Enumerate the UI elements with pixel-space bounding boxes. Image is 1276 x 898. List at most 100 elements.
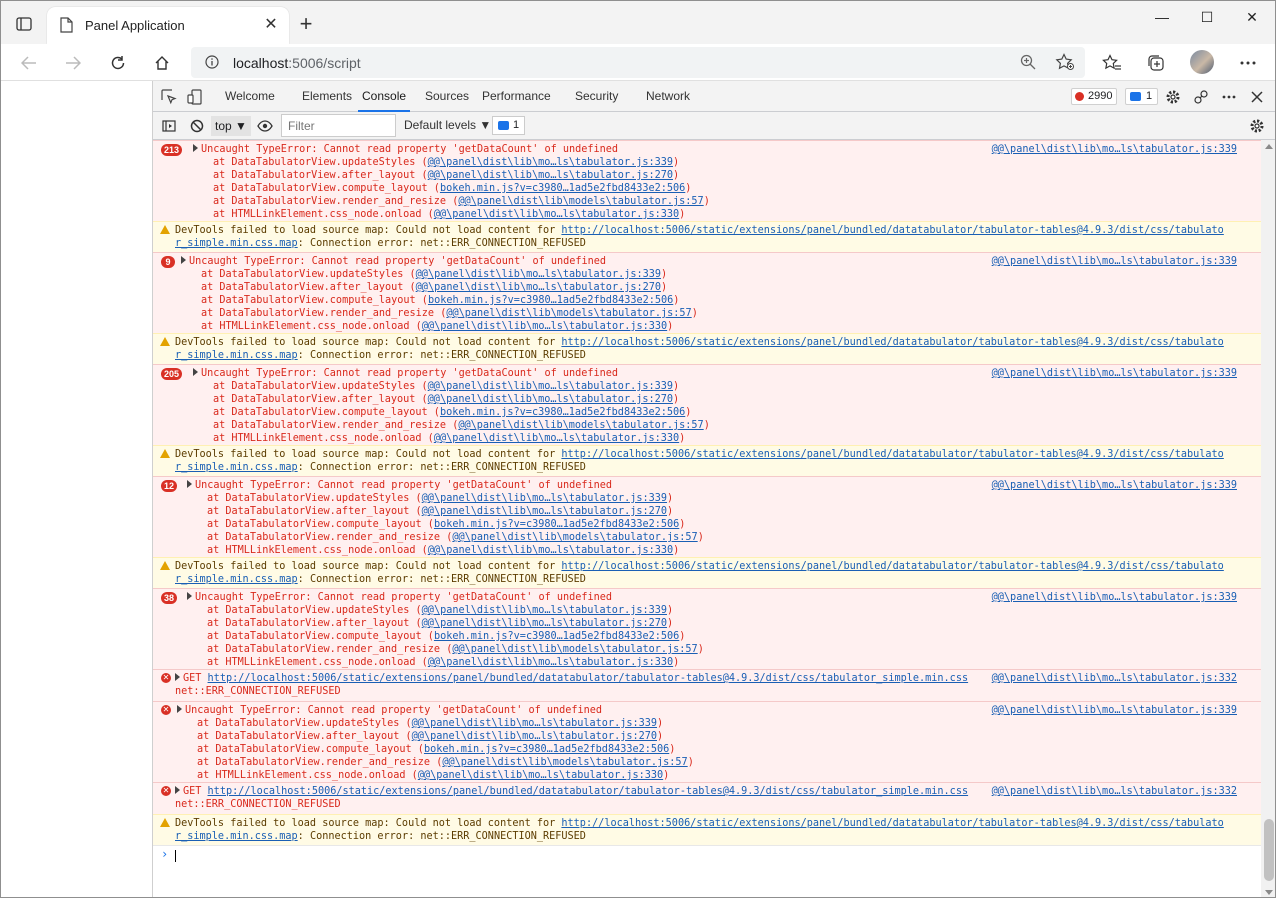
zoom-icon[interactable]	[1019, 53, 1037, 74]
stack-link[interactable]: @@\panel\dist\lib\mo…ls\tabulator.js:270	[422, 618, 667, 629]
source-link[interactable]: @@\panel\dist\lib\mo…ls\tabulator.js:339	[992, 479, 1237, 492]
info-icon[interactable]	[205, 55, 219, 72]
tab-security[interactable]: Security	[575, 81, 618, 112]
stack-link[interactable]: bokeh.min.js?v=c3980…1ad5e2fbd8433e2:506	[440, 183, 685, 194]
stack-link[interactable]: bokeh.min.js?v=c3980…1ad5e2fbd8433e2:506	[424, 744, 669, 755]
stack-link[interactable]: bokeh.min.js?v=c3980…1ad5e2fbd8433e2:506	[434, 631, 679, 642]
stack-link[interactable]: @@\panel\dist\lib\mo…ls\tabulator.js:330	[428, 657, 673, 668]
context-select[interactable]: top ▼	[211, 116, 251, 136]
expand-arrow-icon[interactable]	[175, 673, 180, 681]
source-map-link[interactable]: r_simple.min.css.map	[175, 462, 298, 473]
add-favorite-icon[interactable]	[1055, 53, 1075, 74]
new-tab-button[interactable]: +	[295, 13, 317, 35]
forward-arrow-icon[interactable]	[59, 50, 87, 76]
stack-link[interactable]: bokeh.min.js?v=c3980…1ad5e2fbd8433e2:506	[440, 407, 685, 418]
inspect-element-icon[interactable]	[159, 87, 179, 107]
sidebar-toggle-icon[interactable]	[159, 116, 179, 136]
tab-console[interactable]: Console	[358, 81, 411, 112]
source-map-link[interactable]: r_simple.min.css.map	[175, 831, 298, 842]
source-map-link[interactable]: r_simple.min.css.map	[175, 350, 298, 361]
source-map-link[interactable]: http://localhost:5006/static/extensions/…	[561, 449, 1223, 460]
favorites-icon[interactable]	[1098, 50, 1126, 76]
stack-link[interactable]: @@\panel\dist\lib\mo…ls\tabulator.js:330	[434, 433, 679, 444]
stack-link[interactable]: @@\panel\dist\lib\mo…ls\tabulator.js:339	[428, 381, 673, 392]
stack-link[interactable]: @@\panel\dist\lib\mo…ls\tabulator.js:330	[422, 321, 667, 332]
settings-gear-icon[interactable]	[1163, 87, 1183, 107]
issues-badge[interactable]: 1	[492, 116, 526, 135]
address-bar[interactable]: localhost:5006/script	[191, 47, 1085, 78]
expand-arrow-icon[interactable]	[193, 368, 198, 376]
stack-link[interactable]: @@\panel\dist\lib\models\tabulator.js:57	[442, 757, 687, 768]
refresh-icon[interactable]	[104, 50, 132, 76]
tab-welcome[interactable]: Welcome	[225, 81, 275, 112]
expand-arrow-icon[interactable]	[187, 480, 192, 488]
browser-tab[interactable]: Panel Application ✕	[47, 7, 289, 44]
console-scrollbar[interactable]	[1261, 140, 1275, 897]
tab-performance[interactable]: Performance	[482, 81, 551, 112]
more-tools-icon[interactable]	[1219, 87, 1239, 107]
source-map-link[interactable]: r_simple.min.css.map	[175, 238, 298, 249]
tab-actions-icon[interactable]	[11, 11, 37, 37]
device-toolbar-icon[interactable]	[185, 87, 205, 107]
expand-arrow-icon[interactable]	[193, 144, 198, 152]
stack-link[interactable]: @@\panel\dist\lib\mo…ls\tabulator.js:339	[422, 493, 667, 504]
request-url-link[interactable]: http://localhost:5006/static/extensions/…	[208, 786, 969, 797]
stack-link[interactable]: bokeh.min.js?v=c3980…1ad5e2fbd8433e2:506	[428, 295, 673, 306]
source-link[interactable]: @@\panel\dist\lib\mo…ls\tabulator.js:339	[992, 704, 1237, 717]
stack-link[interactable]: bokeh.min.js?v=c3980…1ad5e2fbd8433e2:506	[434, 519, 679, 530]
close-devtools-icon[interactable]	[1247, 87, 1267, 107]
maximize-button[interactable]: ☐	[1184, 7, 1230, 27]
source-link[interactable]: @@\panel\dist\lib\mo…ls\tabulator.js:332	[992, 672, 1237, 685]
profile-avatar[interactable]	[1190, 50, 1214, 74]
source-map-link[interactable]: http://localhost:5006/static/extensions/…	[561, 337, 1223, 348]
source-link[interactable]: @@\panel\dist\lib\mo…ls\tabulator.js:339	[992, 591, 1237, 604]
stack-link[interactable]: @@\panel\dist\lib\mo…ls\tabulator.js:270	[422, 506, 667, 517]
message-count-badge[interactable]: 1	[1125, 88, 1159, 105]
home-icon[interactable]	[148, 50, 176, 76]
source-map-link[interactable]: http://localhost:5006/static/extensions/…	[561, 818, 1223, 829]
console-prompt[interactable]: ›	[153, 845, 1261, 865]
scroll-down-arrow-icon[interactable]	[1265, 890, 1273, 895]
console-settings-gear-icon[interactable]	[1247, 116, 1267, 136]
source-map-link[interactable]: r_simple.min.css.map	[175, 574, 298, 585]
source-map-link[interactable]: http://localhost:5006/static/extensions/…	[561, 561, 1223, 572]
source-link[interactable]: @@\panel\dist\lib\mo…ls\tabulator.js:339	[992, 143, 1237, 156]
minimize-button[interactable]: —	[1139, 7, 1185, 27]
stack-link[interactable]: @@\panel\dist\lib\mo…ls\tabulator.js:330	[428, 545, 673, 556]
source-link[interactable]: @@\panel\dist\lib\mo…ls\tabulator.js:332	[992, 785, 1237, 798]
stack-link[interactable]: @@\panel\dist\lib\mo…ls\tabulator.js:270	[428, 394, 673, 405]
stack-link[interactable]: @@\panel\dist\lib\mo…ls\tabulator.js:339	[416, 269, 661, 280]
live-expression-eye-icon[interactable]	[255, 116, 275, 136]
stack-link[interactable]: @@\panel\dist\lib\mo…ls\tabulator.js:330	[418, 770, 663, 781]
tab-elements[interactable]: Elements	[302, 81, 352, 112]
stack-link[interactable]: @@\panel\dist\lib\mo…ls\tabulator.js:270	[416, 282, 661, 293]
source-map-link[interactable]: http://localhost:5006/static/extensions/…	[561, 225, 1223, 236]
clear-console-icon[interactable]	[187, 116, 207, 136]
stack-link[interactable]: @@\panel\dist\lib\models\tabulator.js:57	[452, 532, 697, 543]
stack-link[interactable]: @@\panel\dist\lib\mo…ls\tabulator.js:270	[412, 731, 657, 742]
source-link[interactable]: @@\panel\dist\lib\mo…ls\tabulator.js:339	[992, 367, 1237, 380]
filter-input[interactable]	[281, 114, 396, 137]
back-arrow-icon[interactable]	[15, 50, 43, 76]
stack-link[interactable]: @@\panel\dist\lib\mo…ls\tabulator.js:339	[412, 718, 657, 729]
source-link[interactable]: @@\panel\dist\lib\mo…ls\tabulator.js:339	[992, 255, 1237, 268]
expand-arrow-icon[interactable]	[177, 705, 182, 713]
close-tab-icon[interactable]: ✕	[262, 16, 280, 34]
expand-arrow-icon[interactable]	[181, 256, 186, 264]
close-window-button[interactable]: ✕	[1229, 7, 1275, 27]
error-count-badge[interactable]: 2990	[1071, 88, 1118, 105]
stack-link[interactable]: @@\panel\dist\lib\models\tabulator.js:57	[452, 644, 697, 655]
tab-network[interactable]: Network	[646, 81, 690, 112]
more-options-icon[interactable]	[1234, 50, 1262, 76]
stack-link[interactable]: @@\panel\dist\lib\mo…ls\tabulator.js:339	[422, 605, 667, 616]
expand-arrow-icon[interactable]	[175, 786, 180, 794]
scroll-up-arrow-icon[interactable]	[1265, 144, 1273, 149]
log-levels-dropdown[interactable]: Default levels ▼	[404, 118, 491, 132]
expand-arrow-icon[interactable]	[187, 592, 192, 600]
stack-link[interactable]: @@\panel\dist\lib\models\tabulator.js:57	[446, 308, 691, 319]
scrollbar-thumb[interactable]	[1264, 819, 1274, 881]
tab-sources[interactable]: Sources	[425, 81, 469, 112]
request-url-link[interactable]: http://localhost:5006/static/extensions/…	[208, 673, 969, 684]
stack-link[interactable]: @@\panel\dist\lib\models\tabulator.js:57	[458, 420, 703, 431]
connect-icon[interactable]	[1191, 87, 1211, 107]
